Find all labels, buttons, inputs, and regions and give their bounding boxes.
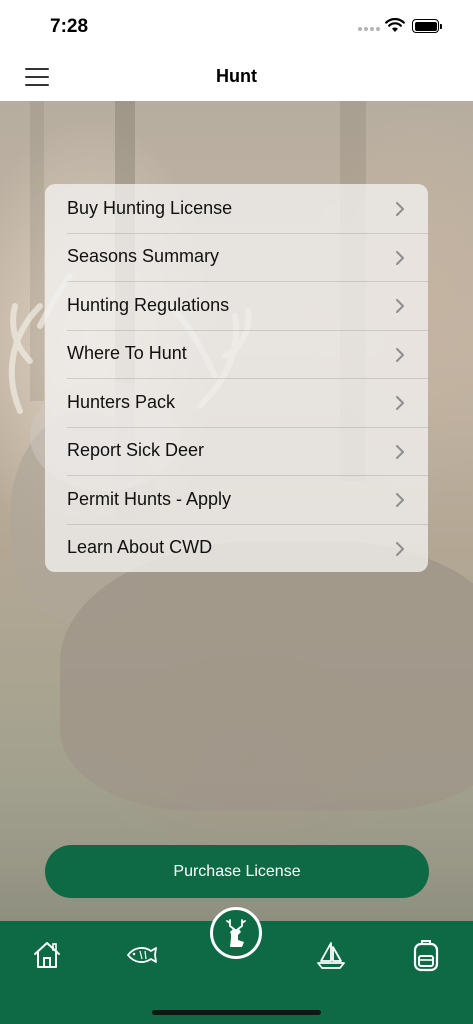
menu-item-buy-hunting-license[interactable]: Buy Hunting License	[45, 184, 428, 233]
status-time: 7:28	[50, 16, 89, 37]
menu-item-permit-hunts-apply[interactable]: Permit Hunts - Apply	[45, 475, 428, 524]
menu-item-learn-about-cwd[interactable]: Learn About CWD	[45, 523, 428, 573]
chevron-right-icon	[396, 250, 404, 265]
wifi-icon	[385, 18, 405, 32]
chevron-right-icon	[396, 444, 404, 459]
tab-fishing[interactable]	[123, 937, 159, 973]
fish-icon	[127, 947, 157, 963]
tab-outdoors[interactable]	[408, 937, 444, 973]
menu-item-label: Hunters Pack	[67, 391, 176, 412]
tab-boating[interactable]	[313, 937, 349, 973]
menu-item-label: Learn About CWD	[67, 537, 213, 558]
home-icon	[34, 942, 60, 968]
status-bar: 7:28	[0, 0, 473, 54]
chevron-right-icon	[396, 493, 404, 507]
deer-icon	[226, 919, 246, 947]
navigation-bar: Hunt	[0, 54, 473, 101]
tab-home[interactable]	[29, 937, 65, 973]
menu-item-label: Permit Hunts - Apply	[67, 488, 232, 509]
chevron-right-icon	[396, 299, 404, 313]
sailboat-icon	[317, 942, 345, 969]
chevron-right-icon	[396, 541, 404, 556]
menu-item-label: Hunting Regulations	[67, 294, 230, 315]
menu-item-report-sick-deer[interactable]: Report Sick Deer	[45, 426, 428, 476]
backpack-icon	[413, 940, 439, 972]
menu-item-where-to-hunt[interactable]: Where To Hunt	[45, 329, 428, 379]
menu-item-label: Where To Hunt	[67, 343, 187, 364]
cellular-signal-icon	[358, 27, 380, 31]
tab-hunting[interactable]	[210, 907, 262, 959]
menu-item-label: Seasons Summary	[67, 246, 220, 267]
menu-item-hunting-regulations[interactable]: Hunting Regulations	[45, 281, 428, 330]
menu-item-seasons-summary[interactable]: Seasons Summary	[45, 232, 428, 282]
menu-item-label: Report Sick Deer	[67, 440, 205, 461]
hunt-menu-list: Buy Hunting License Seasons Summary Hunt…	[45, 184, 428, 572]
menu-item-label: Buy Hunting License	[67, 197, 233, 218]
chevron-right-icon	[396, 202, 404, 216]
menu-item-hunters-pack[interactable]: Hunters Pack	[45, 378, 428, 427]
chevron-right-icon	[396, 396, 404, 410]
purchase-license-button[interactable]: Purchase License	[45, 845, 429, 898]
chevron-right-icon	[396, 347, 404, 362]
battery-icon	[412, 19, 442, 33]
page-title: Hunt	[216, 66, 257, 86]
home-indicator	[152, 1010, 321, 1015]
